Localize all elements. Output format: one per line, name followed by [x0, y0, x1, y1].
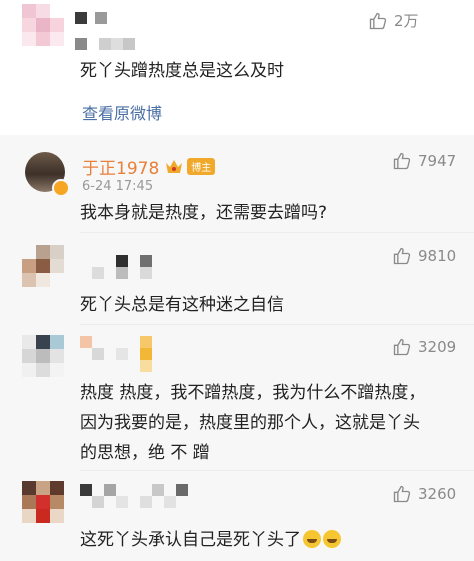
top-comment: 2万 死丫头蹭热度总是这么及时 查看原微博: [0, 0, 474, 135]
comment-text: 死丫头蹭热度总是这么及时: [80, 61, 284, 81]
username-pixelated[interactable]: [80, 255, 152, 279]
like-button[interactable]: 3260: [392, 484, 456, 504]
divider: [80, 470, 474, 471]
view-original-link[interactable]: 查看原微博: [82, 100, 162, 124]
laughing-tears-emoji-icon: [303, 530, 321, 548]
like-button[interactable]: 3209: [392, 337, 456, 357]
reply-text-line: 热度 热度，我不蹭热度，我为什么不蹭热度，: [80, 383, 426, 403]
like-count: 2万: [394, 12, 419, 30]
avatar-pixelated[interactable]: [22, 481, 64, 523]
like-button[interactable]: 7947: [392, 151, 456, 171]
thumbs-up-icon: [393, 338, 411, 356]
avatar-pixelated[interactable]: [22, 245, 64, 287]
username-link[interactable]: 于正1978: [82, 154, 159, 179]
like-button[interactable]: 2万: [368, 10, 419, 31]
like-count: 3209: [418, 338, 457, 356]
username-pixelated[interactable]: [80, 336, 152, 372]
timestamp: 6-24 17:45: [82, 179, 154, 194]
verified-badge-icon: [52, 179, 70, 197]
like-count: 3260: [418, 485, 457, 503]
reply-text-line: 的思想，绝 不 蹭: [80, 443, 210, 463]
divider: [80, 324, 474, 325]
username-pixelated[interactable]: [80, 484, 188, 508]
username-pixelated[interactable]: [75, 12, 107, 24]
reply-text: 这死丫头承认自己是死丫头了: [80, 530, 301, 550]
avatar-pixelated[interactable]: [22, 4, 64, 46]
reply-text-row: 这死丫头承认自己是死丫头了: [80, 525, 341, 555]
thumbs-up-icon: [393, 247, 411, 265]
thumbs-up-icon: [369, 12, 387, 29]
thumbs-up-icon: [393, 485, 411, 503]
reply-text: 死丫头总是有这种迷之自信: [80, 295, 284, 315]
reply-header: 于正1978 博主: [82, 154, 216, 179]
avatar-pixelated[interactable]: [22, 335, 64, 377]
reply-text: 我本身就是热度，还需要去蹭吗?: [80, 203, 328, 223]
like-count: 9810: [418, 247, 457, 265]
like-count: 7947: [418, 152, 457, 170]
meta-pixelated: [75, 38, 135, 50]
blogger-badge: 博主: [187, 158, 216, 175]
reply-list: 于正1978 博主 6-24 17:45 7947 我本身就是热度，还需要去蹭吗…: [0, 135, 474, 561]
crown-icon: [166, 159, 183, 173]
reply-text-line: 因为我要的是，热度里的那个人，这就是丫头: [80, 413, 420, 433]
thumbs-up-icon: [393, 152, 411, 170]
laughing-tears-emoji-icon: [323, 530, 341, 548]
divider: [80, 232, 474, 233]
like-button[interactable]: 9810: [392, 246, 456, 266]
